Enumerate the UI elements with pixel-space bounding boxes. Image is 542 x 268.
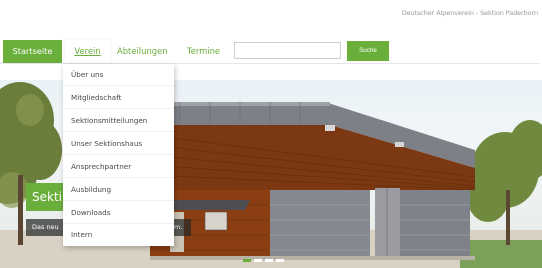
search-button[interactable]: Suche xyxy=(347,41,389,61)
dropdown-item-sektionsmitteilungen[interactable]: Sektionsmitteilungen xyxy=(63,110,174,132)
nav-verein[interactable]: Verein xyxy=(65,40,110,63)
dropdown-item-mitgliedschaft[interactable]: Mitgliedschaft xyxy=(63,87,174,109)
dropdown-item-intern[interactable]: Intern xyxy=(63,224,174,246)
slider-dot[interactable] xyxy=(243,259,251,262)
nav-termine[interactable]: Termine xyxy=(187,40,220,63)
slider-dot[interactable] xyxy=(276,259,284,262)
dropdown-item-sektionshaus[interactable]: Unser Sektionshaus xyxy=(63,133,174,155)
dropdown-item-downloads[interactable]: Downloads xyxy=(63,202,174,224)
verein-dropdown-menu: Über uns Mitgliedschaft Sektionsmitteilu… xyxy=(63,64,174,246)
site-tagline: Deutscher Alpenverein - Sektion Paderbor… xyxy=(401,9,538,17)
search-input[interactable] xyxy=(234,42,341,59)
slider-dot[interactable] xyxy=(265,259,273,262)
hero-subtitle-tail: m. xyxy=(174,223,183,231)
dropdown-item-ueber-uns[interactable]: Über uns xyxy=(63,64,174,86)
nav-startseite[interactable]: Startseite xyxy=(3,40,62,63)
slider-dot[interactable] xyxy=(254,259,262,262)
dropdown-item-ausbildung[interactable]: Ausbildung xyxy=(63,179,174,201)
nav-abteilungen[interactable]: Abteilungen xyxy=(117,40,168,63)
main-navbar: Startseite Verein Abteilungen Termine Su… xyxy=(0,40,540,64)
dropdown-item-ansprechpartner[interactable]: Ansprechpartner xyxy=(63,156,174,178)
